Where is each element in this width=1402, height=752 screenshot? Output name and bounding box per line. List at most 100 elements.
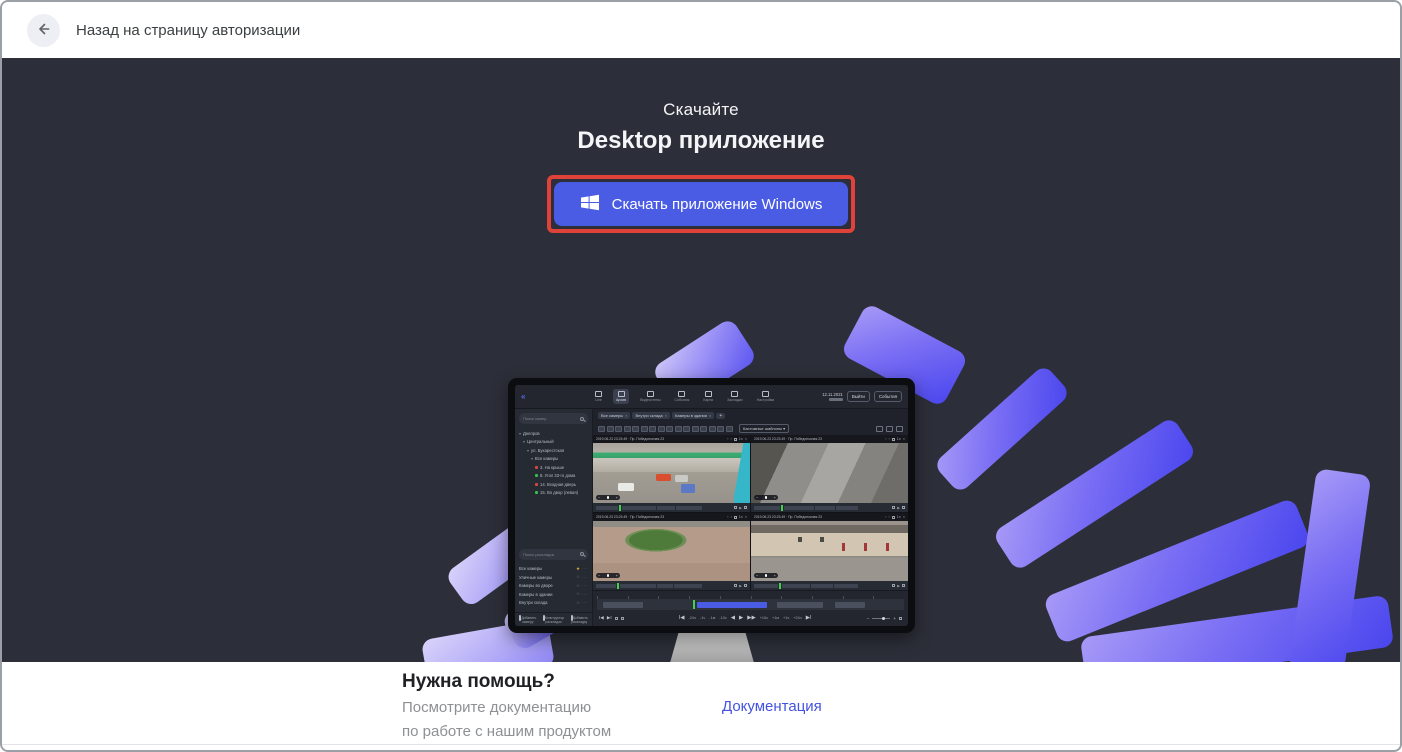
camera-cell-4: 2019.06.23 23:23:49 · Пр. Победоносная 2… — [751, 513, 908, 590]
view-tools — [876, 426, 903, 432]
camera-header: 2019.06.23 23:23:49 · Пр. Победоносная 2… — [593, 435, 750, 443]
videowall-icon — [647, 391, 654, 397]
hero-eyebrow: Скачайте — [2, 100, 1400, 120]
prev-icon: ‹ — [727, 515, 728, 519]
layout-template-icon — [700, 426, 707, 432]
layout-constructor-button: Конструктор раскладок — [541, 613, 567, 626]
edit-tools: I◀▶I — [599, 615, 624, 621]
expand-icon — [734, 516, 737, 519]
red-door — [886, 543, 889, 551]
play-icon: ▶ — [739, 615, 743, 621]
vms-sidebar: Поиск камер ▾Днепров ▾Центральный ▾ул. Б… — [515, 409, 593, 626]
map-icon — [705, 391, 712, 397]
back-button[interactable] — [27, 14, 60, 47]
chevron-down-icon: ▾ — [519, 431, 521, 436]
layout-template-icon — [692, 426, 699, 432]
prev-icon: ‹ — [885, 515, 886, 519]
snapshot-icon — [892, 584, 895, 587]
camera-feed-street-shops: −+ — [593, 443, 750, 503]
snapshot-icon — [734, 506, 737, 509]
events-icon — [678, 391, 685, 397]
status-online-icon — [535, 491, 538, 494]
vms-nav-bookmarks: Закладки — [724, 389, 746, 404]
zoom-level: 1x — [897, 437, 901, 441]
camera-header: 2019.06.23 23:23:49 · Пр. Победоносная 2… — [751, 435, 908, 443]
layout-template-icon — [675, 426, 682, 432]
fast-forward-icon: ▶▶ — [747, 615, 755, 621]
volume-slider — [872, 618, 890, 619]
fullscreen-icon — [899, 617, 902, 620]
timeline-marker — [781, 505, 783, 511]
star-icon: ☆ — [576, 600, 580, 606]
vms-toolbar: « Live Архив Видеостены События Карта За… — [515, 385, 908, 409]
camera-item: 8. Угол 33-го дома — [519, 472, 588, 481]
layout-template-icon — [683, 426, 690, 432]
volume-fullscreen: −+ — [867, 616, 902, 621]
camera-cell-2: 2019.06.23 23:23:49 · Пр. Победоносная 2… — [751, 435, 908, 512]
layout-item: Внутри склада☆··· — [519, 599, 588, 608]
transport-center: I◀ -24ч -1ч -1м -10с ◀ ▶ ▶▶ +10с +1м — [679, 615, 812, 621]
zoom-level: 1x — [897, 515, 901, 519]
master-timeline: I◀▶I I◀ -24ч -1ч -1м -10с ◀ ▶ ▶▶ — [593, 590, 908, 626]
layout-template-icon — [598, 426, 605, 432]
layout-templates-bar: Кастомные шаблоны ▾ — [593, 422, 908, 435]
zoom-knob — [607, 496, 610, 499]
timeline-selection — [697, 602, 767, 608]
play-icon: ▶ — [739, 584, 742, 588]
camera-feed-roundabout: −+ — [593, 521, 750, 581]
layout-template-icon — [649, 426, 656, 432]
add-tab-button: + — [716, 413, 725, 419]
camera-item: 15. Во двор (левая) — [519, 489, 588, 498]
step-back-icon: ◀ — [731, 615, 735, 621]
timeline-track — [597, 599, 904, 610]
refresh-icon — [896, 426, 903, 432]
play-icon: ▶ — [897, 506, 900, 510]
page-title: Назад на страницу авторизации — [76, 22, 300, 39]
white-car — [618, 483, 634, 491]
zoom-level: 1x — [739, 437, 743, 441]
add-camera-button: Добавить камеру — [515, 613, 541, 626]
camera-search-input: Поиск камер — [519, 413, 588, 424]
camera-header: 2019.06.23 23:23:49 · Пр. Победоносная 2… — [751, 513, 908, 521]
layout-item: Уличные камеры☆··· — [519, 573, 588, 582]
camera-grid: 2019.06.23 23:23:49 · Пр. Победоносная 2… — [593, 435, 908, 590]
camera-feed-houses: −+ — [751, 521, 908, 581]
expand-icon — [892, 438, 895, 441]
timeline-marker — [779, 583, 781, 589]
star-icon: ☆ — [576, 583, 580, 589]
close-icon: × — [745, 515, 747, 519]
download-windows-button[interactable]: Скачать приложение Windows — [554, 182, 849, 226]
prev-icon: ‹ — [727, 437, 728, 441]
vms-nav-archive: Архив — [613, 389, 629, 404]
teal-object — [734, 443, 750, 503]
snapshot-icon — [621, 617, 624, 620]
camera-item: 14. Входная дверь — [519, 480, 588, 489]
layout-template-icon — [666, 426, 673, 432]
camera-item: 3. На крыше — [519, 463, 588, 472]
hero-title: Desktop приложение — [2, 127, 1400, 155]
documentation-link[interactable]: Документация — [722, 698, 822, 715]
layout-template-icon — [632, 426, 639, 432]
live-icon — [595, 391, 602, 397]
play-icon: ▶ — [897, 584, 900, 588]
top-bar: Назад на страницу авторизации — [2, 2, 1400, 58]
prev-icon: ‹ — [885, 437, 886, 441]
layout-template-icon — [726, 426, 733, 432]
vms-date: 12.11.2021 — [822, 392, 843, 401]
close-icon: × — [903, 437, 905, 441]
layout-list: Все камеры★··· Уличные камеры☆··· Камеры… — [519, 565, 588, 608]
grey-car — [675, 475, 688, 482]
more-icon: ··· — [582, 566, 588, 571]
star-icon: ☆ — [576, 591, 580, 597]
status-offline-icon — [535, 466, 538, 469]
layout-item: Камеры в здании☆··· — [519, 590, 588, 599]
export-icon — [744, 506, 747, 509]
timeline-marker — [617, 583, 619, 589]
vms-events-button: События — [874, 391, 902, 402]
footer-divider — [2, 744, 1400, 745]
layout-template-icon — [624, 426, 631, 432]
more-icon: ··· — [582, 583, 588, 588]
status-online-icon — [535, 474, 538, 477]
more-icon: ··· — [582, 592, 588, 597]
camera-cell-3: 2019.06.23 23:23:49 · Пр. Победоносная 2… — [593, 513, 750, 590]
